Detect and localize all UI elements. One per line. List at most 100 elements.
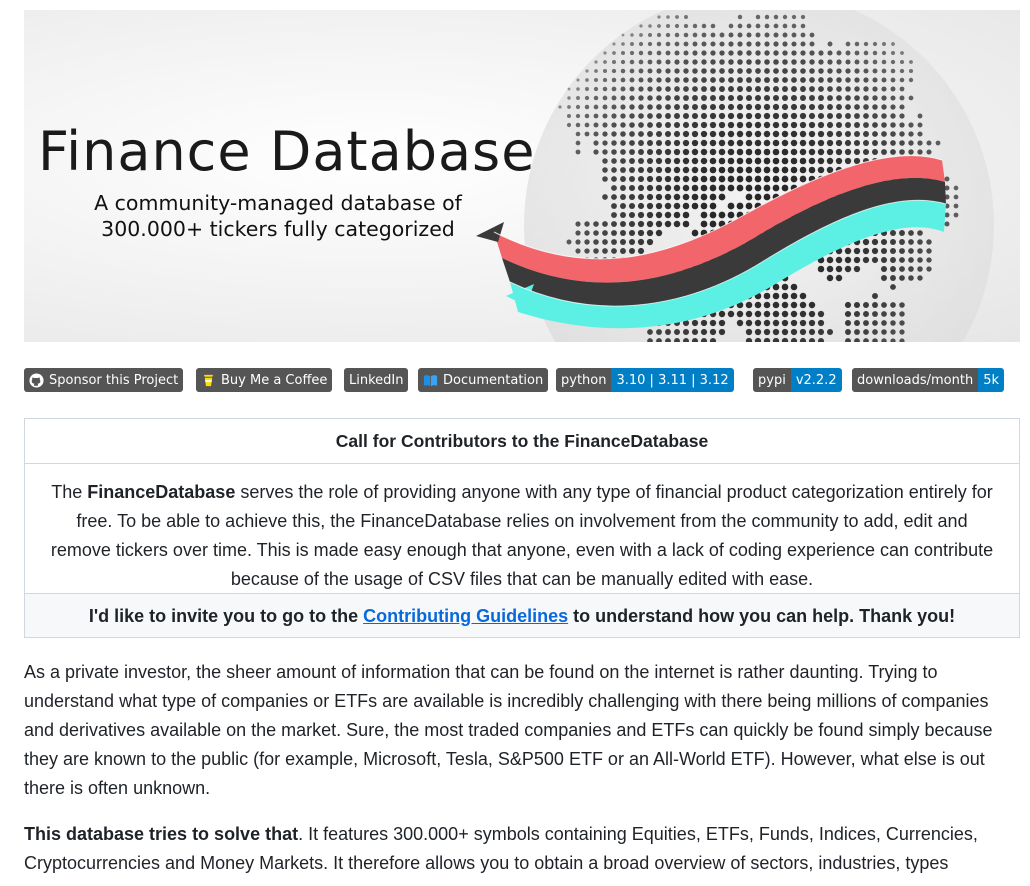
buy-me-a-coffee-badge[interactable]: Buy Me a Coffee	[196, 368, 333, 392]
globe-dot	[691, 184, 699, 192]
globe-dot	[835, 256, 843, 264]
globe-dot	[673, 202, 681, 210]
globe-dot	[646, 157, 654, 165]
globe-dot	[602, 95, 608, 101]
pypi-version-badge[interactable]: pypi v2.2.2	[753, 368, 842, 392]
globe-dot	[727, 148, 735, 156]
globe-dot	[746, 59, 752, 65]
globe-dot	[871, 238, 879, 246]
downloads-badge[interactable]: downloads/month 5k	[852, 368, 1005, 392]
globe-dot	[675, 15, 679, 19]
globe-dot	[881, 329, 887, 335]
globe-dot	[781, 328, 789, 336]
globe-dot	[638, 140, 644, 146]
globe-dot	[763, 193, 771, 201]
globe-dot	[872, 86, 878, 92]
globe-dot	[710, 59, 716, 65]
globe-dot	[647, 329, 653, 335]
globe-dot	[871, 256, 879, 264]
globe-dot	[863, 320, 869, 326]
globe-dot	[790, 112, 798, 120]
globe-dot	[682, 130, 690, 138]
globe-dot	[890, 113, 896, 119]
globe-dot	[800, 41, 806, 47]
globe-dot	[908, 77, 914, 83]
globe-dot	[700, 166, 708, 174]
globe-dot	[673, 130, 681, 138]
sponsor-badge[interactable]: Sponsor this Project	[24, 368, 184, 392]
globe-dot	[700, 220, 708, 228]
globe-dot	[763, 175, 771, 183]
globe-dot	[746, 23, 752, 29]
globe-dot	[862, 256, 870, 264]
globe-dot	[844, 301, 852, 309]
globe-dot	[890, 284, 896, 290]
globe-dot	[647, 131, 653, 137]
globe-dot	[809, 68, 815, 74]
documentation-badge[interactable]: Documentation	[418, 368, 549, 392]
globe-dot	[719, 86, 725, 92]
globe-dot	[854, 329, 860, 335]
globe-dot	[772, 175, 780, 183]
globe-dot	[899, 131, 905, 137]
globe-dot	[691, 157, 699, 165]
globe-dot	[700, 148, 708, 156]
globe-dot	[917, 248, 923, 254]
contributing-guidelines-link[interactable]: Contributing Guidelines	[363, 606, 568, 626]
globe-dot	[890, 59, 896, 65]
globe-dot	[638, 86, 644, 92]
globe-dot	[621, 42, 625, 46]
globe-dot	[701, 59, 707, 65]
globe-dot	[908, 149, 914, 155]
globe-dot	[611, 194, 617, 200]
globe-dot	[620, 176, 626, 182]
globe-dot	[854, 68, 860, 74]
globe-dot	[863, 68, 869, 74]
globe-dot	[908, 275, 914, 281]
globe-dot	[683, 23, 689, 29]
globe-dot	[791, 14, 797, 20]
globe-dot	[584, 230, 590, 236]
globe-dot	[655, 202, 663, 210]
globe-dot	[655, 229, 663, 237]
globe-dot	[745, 328, 753, 336]
globe-dot	[745, 202, 753, 210]
globe-dot	[585, 78, 589, 82]
globe-dot	[584, 113, 590, 119]
globe-dot	[682, 211, 690, 219]
globe-dot	[628, 184, 636, 192]
globe-dot	[638, 68, 644, 74]
globe-dot	[727, 211, 735, 219]
globe-dot	[637, 220, 645, 228]
globe-dot	[593, 122, 599, 128]
python-version-badge[interactable]: python 3.10 | 3.11 | 3.12	[556, 368, 734, 392]
globe-dot	[781, 301, 789, 309]
globe-dot	[575, 248, 581, 254]
globe-dot	[620, 158, 626, 164]
globe-dot	[647, 77, 653, 83]
globe-dot	[890, 257, 896, 263]
globe-dot	[782, 50, 788, 56]
globe-dot	[845, 50, 851, 56]
globe-dot	[799, 103, 807, 111]
globe-dot	[881, 131, 887, 137]
globe-dot	[917, 113, 923, 119]
globe-dot	[593, 140, 599, 146]
globe-dot	[718, 319, 726, 327]
linkedin-badge[interactable]: LinkedIn	[344, 368, 409, 392]
globe-dot	[745, 310, 753, 318]
globe-dot	[745, 121, 753, 129]
globe-dot	[953, 194, 959, 200]
globe-dot	[827, 77, 833, 83]
globe-dot	[664, 166, 672, 174]
globe-dot	[763, 103, 771, 111]
globe-dot	[818, 77, 824, 83]
globe-dot	[781, 148, 789, 156]
globe-dot	[853, 256, 861, 264]
globe-dot	[809, 86, 815, 92]
globe-dot	[691, 139, 699, 147]
globe-dot	[593, 95, 599, 101]
globe-dot	[800, 32, 806, 38]
globe-dot	[664, 184, 672, 192]
globe-dot	[764, 41, 770, 47]
